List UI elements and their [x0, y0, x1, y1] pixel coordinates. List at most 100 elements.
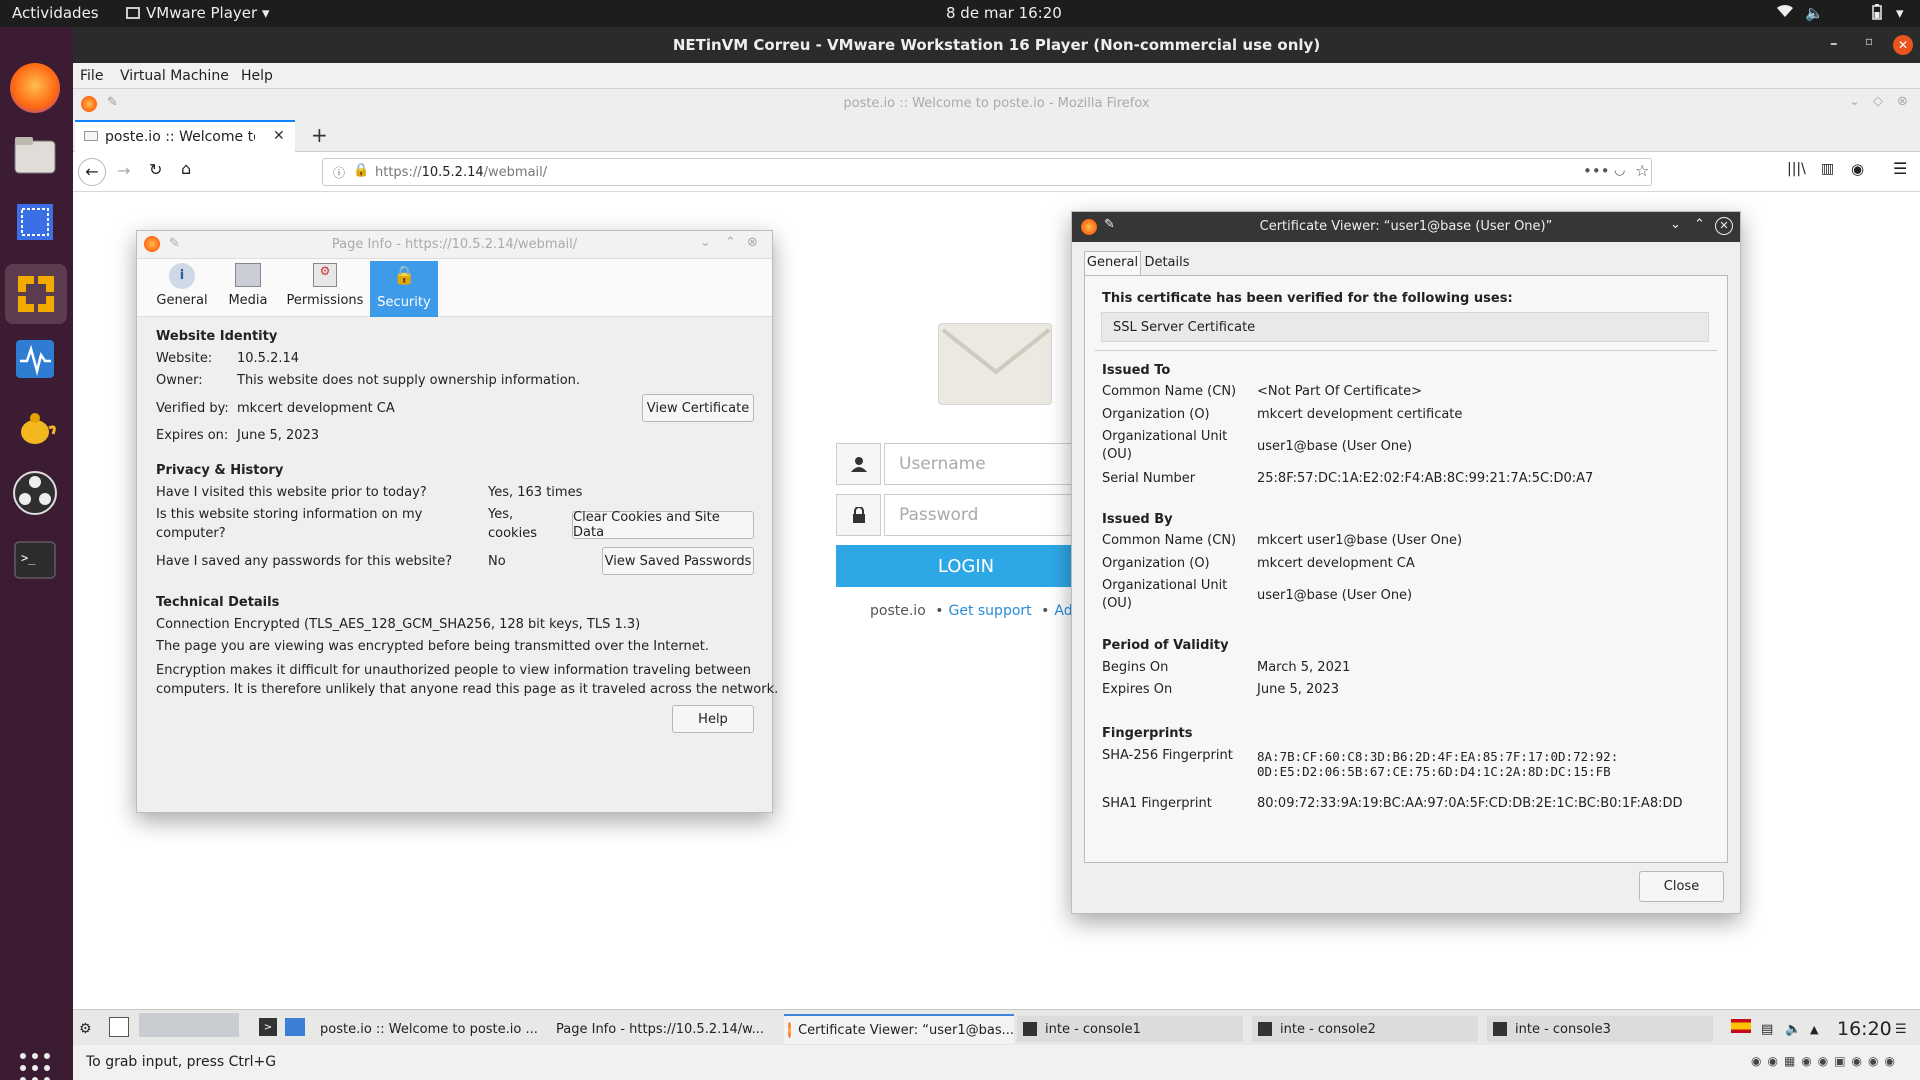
- guest-taskbar: ⚙ > poste.io :: Welcome to poste.io ... …: [73, 1009, 1920, 1045]
- expires-value: June 5, 2023: [237, 428, 320, 443]
- wifi-icon[interactable]: [1776, 4, 1794, 22]
- panel-menu-icon[interactable]: ☰: [1895, 1016, 1907, 1042]
- tab-media[interactable]: Media: [223, 263, 273, 315]
- library-icon[interactable]: |||\: [1787, 161, 1806, 177]
- maximize-icon[interactable]: ◇: [1873, 94, 1883, 109]
- tab-general-label: General: [156, 293, 208, 308]
- reload-icon[interactable]: ↻: [149, 160, 162, 179]
- maximize-icon[interactable]: ⌃: [1694, 217, 1705, 232]
- volume-icon[interactable]: 🔈: [1805, 4, 1824, 22]
- files-icon[interactable]: [10, 130, 60, 180]
- lock-icon[interactable]: 🔒: [353, 163, 369, 178]
- menu-virtual-machine[interactable]: Virtual Machine: [120, 68, 229, 84]
- firefox-icon[interactable]: [10, 63, 60, 113]
- storing-question-line1: Is this website storing information on m…: [156, 507, 423, 522]
- login-button[interactable]: LOGIN: [836, 545, 1096, 587]
- home-icon[interactable]: ⌂: [181, 159, 191, 178]
- taskbar-item-console1[interactable]: inte - console1: [1017, 1016, 1243, 1042]
- tab-permissions[interactable]: ⚙ Permissions: [285, 263, 365, 315]
- tab-general[interactable]: i General: [155, 263, 209, 315]
- close-button[interactable]: Close: [1639, 871, 1724, 902]
- activities-button[interactable]: Actividades: [12, 4, 99, 22]
- page-info-titlebar[interactable]: ✎ Page Info - https://10.5.2.14/webmail/…: [137, 231, 772, 259]
- help-button[interactable]: Help: [672, 705, 754, 733]
- password-input[interactable]: Password: [884, 494, 1074, 536]
- minimize-icon[interactable]: ⌄: [1670, 217, 1681, 232]
- hamburger-menu-icon[interactable]: ☰: [1893, 159, 1907, 178]
- url-text[interactable]: https://10.5.2.14/webmail/: [375, 165, 547, 180]
- certificate-viewer-titlebar[interactable]: ✎ Certificate Viewer: “user1@base (User …: [1072, 212, 1740, 242]
- close-icon[interactable]: ✕: [1893, 35, 1913, 55]
- close-icon[interactable]: ✕: [1715, 217, 1733, 235]
- url-scheme: https://: [375, 165, 422, 180]
- account-icon[interactable]: ◉: [1851, 160, 1864, 178]
- tab-poste[interactable]: poste.io :: Welcome to poste.io ✕: [75, 120, 295, 153]
- menu-help[interactable]: Help: [241, 68, 273, 84]
- sidebar-icon[interactable]: ▥: [1821, 161, 1834, 177]
- taskbar-item-firefox[interactable]: poste.io :: Welcome to poste.io ...: [313, 1016, 538, 1042]
- grab-input-hint: To grab input, press Ctrl+G: [86, 1054, 277, 1070]
- power-menu-chevron-icon[interactable]: ▾: [1896, 4, 1904, 22]
- system-monitor-icon[interactable]: [10, 334, 60, 384]
- app-menu[interactable]: VMware Player ▾: [126, 4, 270, 22]
- tray-expand-icon[interactable]: ▲: [1810, 1016, 1818, 1042]
- clipboard-icon[interactable]: ▤: [1761, 1016, 1773, 1042]
- tab-label: poste.io :: Welcome to poste.io: [105, 129, 255, 145]
- certificate-viewer-title: Certificate Viewer: “user1@base (User On…: [1259, 219, 1553, 234]
- view-certificate-button[interactable]: View Certificate: [642, 394, 754, 422]
- maximize-icon[interactable]: ⌃: [725, 235, 736, 250]
- pocket-icon[interactable]: ◡: [1614, 163, 1625, 178]
- bookmark-star-icon[interactable]: ☆: [1635, 161, 1649, 180]
- taskbar-item-page-info[interactable]: Page Info - https://10.5.2.14/w...: [549, 1016, 764, 1042]
- workspace-switcher[interactable]: [139, 1013, 239, 1037]
- info-icon[interactable]: ⓘ: [333, 164, 345, 181]
- screenshot-icon[interactable]: [10, 197, 60, 247]
- firefox-titlebar[interactable]: ✎ poste.io :: Welcome to poste.io - Mozi…: [73, 89, 1920, 119]
- taskbar-item-console2[interactable]: inte - console2: [1252, 1016, 1478, 1042]
- tab-security[interactable]: 🔒 Security: [370, 261, 438, 317]
- minimize-icon[interactable]: –: [1830, 34, 1838, 52]
- close-tab-icon[interactable]: ✕: [273, 128, 285, 144]
- show-desktop-icon[interactable]: [109, 1017, 129, 1037]
- get-support-link[interactable]: Get support: [948, 603, 1031, 619]
- app-menu-icon[interactable]: ⚙: [79, 1016, 92, 1042]
- device-status-icons[interactable]: ◉◉▦◉◉▣◉◉◉: [1751, 1054, 1901, 1068]
- taskbar-clock[interactable]: 16:20: [1837, 1016, 1892, 1042]
- minimize-icon[interactable]: ⌄: [700, 235, 711, 250]
- new-tab-icon[interactable]: +: [311, 123, 328, 147]
- vmware-player-icon[interactable]: [5, 264, 67, 324]
- close-icon[interactable]: ⊗: [747, 235, 758, 250]
- minimize-icon[interactable]: ⌄: [1849, 94, 1860, 109]
- username-input[interactable]: Username: [884, 443, 1074, 485]
- clock[interactable]: 8 de mar 16:20: [946, 4, 1062, 22]
- taskbar-item-certificate-viewer[interactable]: Certificate Viewer: “user1@bas...: [784, 1014, 1014, 1044]
- taskbar-item-console3[interactable]: inte - console3: [1487, 1016, 1713, 1042]
- issued-by-cn-label: Common Name (CN): [1102, 533, 1237, 548]
- close-icon[interactable]: ⊗: [1897, 94, 1908, 109]
- storing-answer-line2: cookies: [488, 526, 537, 541]
- vmware-titlebar[interactable]: NETinVM Correu - VMware Workstation 16 P…: [73, 27, 1920, 63]
- back-icon[interactable]: ←: [78, 158, 106, 186]
- taskbar-item-label: inte - console2: [1280, 1021, 1376, 1037]
- terminal-launcher-icon[interactable]: >: [259, 1018, 277, 1036]
- forward-icon[interactable]: →: [117, 161, 130, 180]
- files-launcher-icon[interactable]: [285, 1018, 305, 1036]
- terminal-icon[interactable]: >_: [10, 535, 60, 585]
- volume-icon[interactable]: 🔈: [1785, 1016, 1801, 1042]
- spanish-flag-icon[interactable]: [1731, 1019, 1751, 1033]
- url-bar[interactable]: ⓘ 🔒 https://10.5.2.14/webmail/ ••• ◡ ☆: [322, 158, 1652, 186]
- tab-general[interactable]: General: [1084, 251, 1141, 275]
- maximize-icon[interactable]: ▫: [1865, 34, 1873, 48]
- tab-details[interactable]: Details: [1142, 253, 1192, 275]
- storing-question-line2: computer?: [156, 526, 226, 541]
- page-actions-icon[interactable]: •••: [1583, 162, 1610, 180]
- view-saved-passwords-button[interactable]: View Saved Passwords: [602, 547, 754, 575]
- clear-cookies-button[interactable]: Clear Cookies and Site Data: [572, 510, 754, 540]
- menu-file[interactable]: File: [80, 68, 103, 84]
- battery-icon[interactable]: [1872, 4, 1882, 24]
- teapot-app-icon[interactable]: [10, 401, 60, 451]
- website-identity-heading: Website Identity: [156, 329, 278, 344]
- show-applications-icon[interactable]: [10, 1043, 60, 1080]
- obs-icon[interactable]: [10, 468, 60, 518]
- verified-by-value: mkcert development CA: [237, 401, 395, 416]
